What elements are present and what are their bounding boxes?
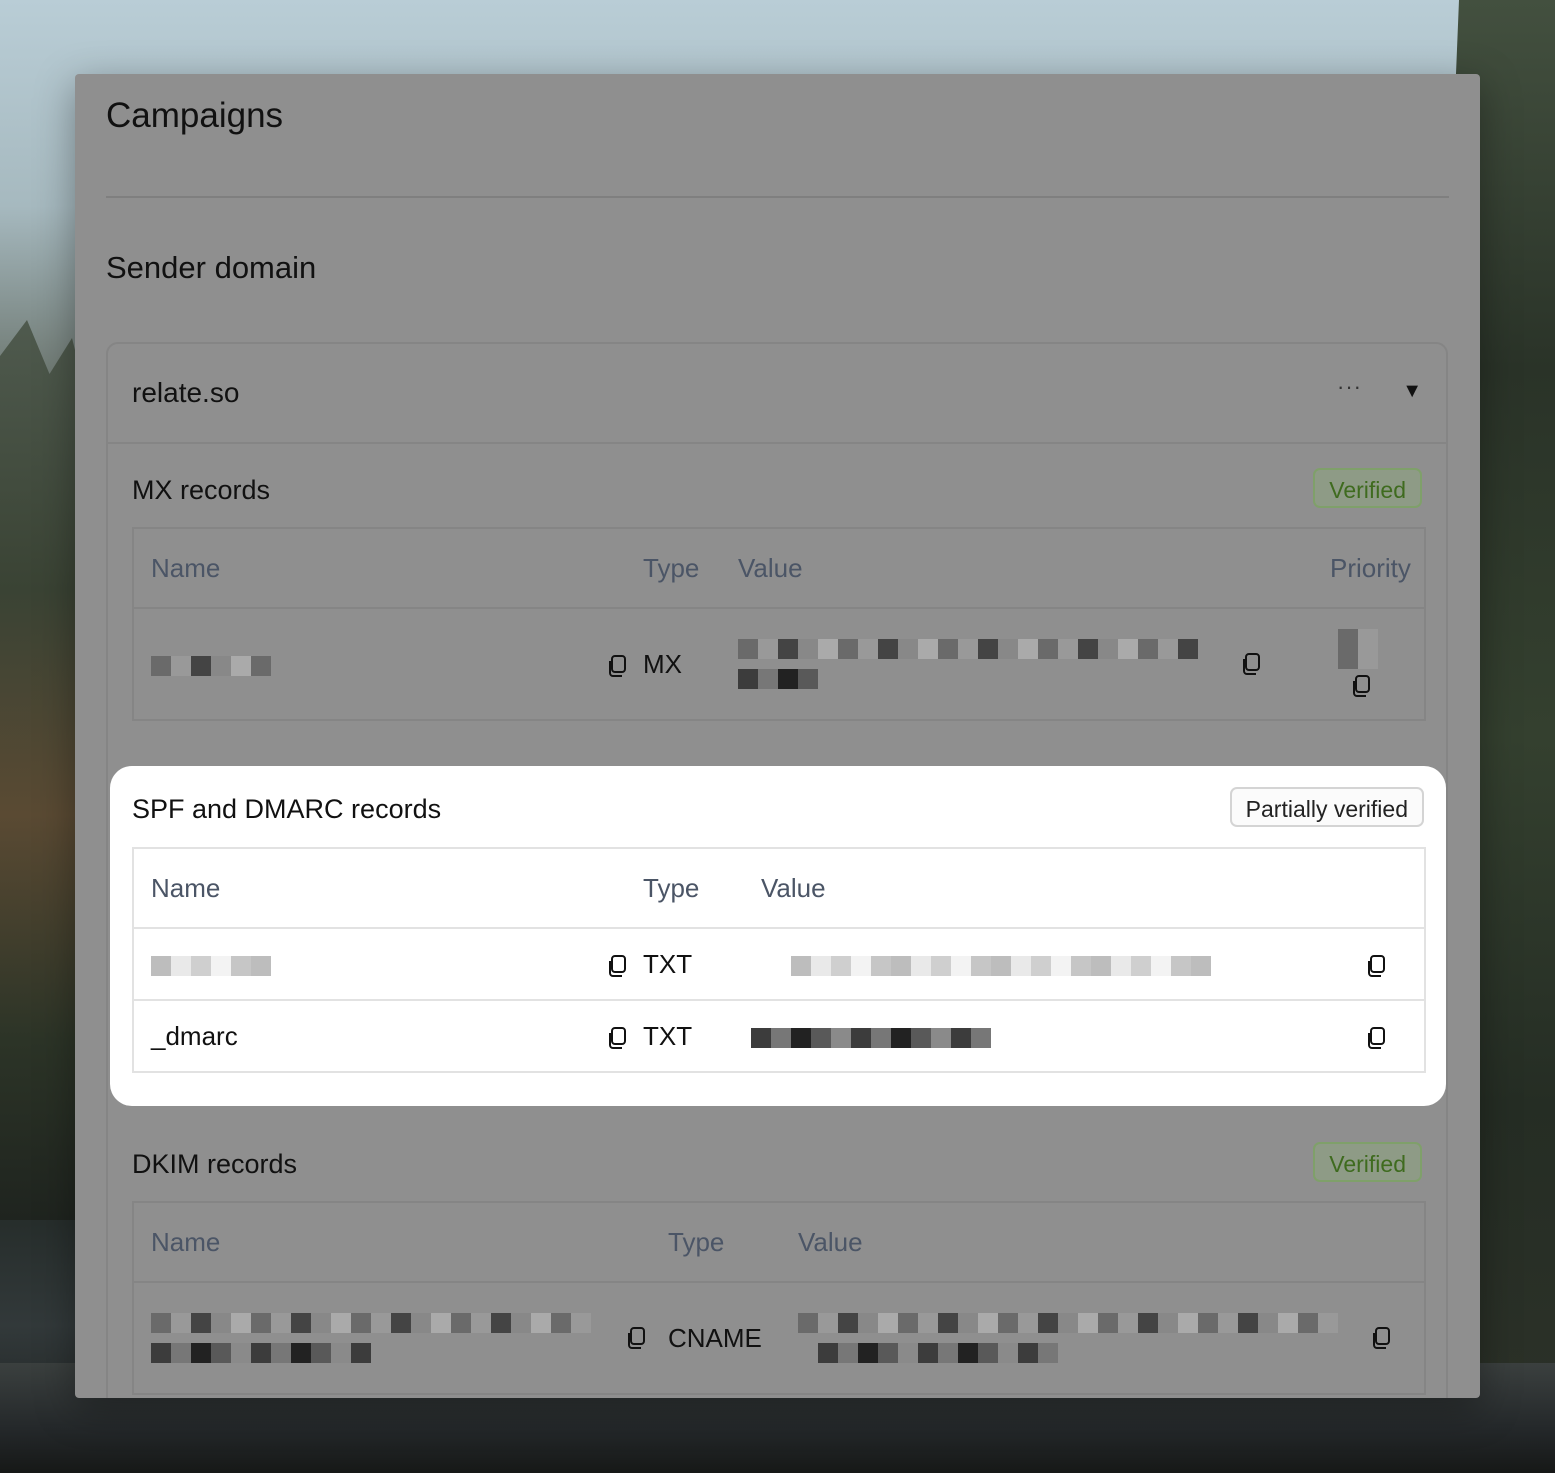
spf-value-cell	[761, 928, 1425, 1000]
dkim-records-table: Name Type Value CNAME	[132, 1201, 1426, 1395]
mx-name-cell	[133, 608, 643, 720]
domain-card-header[interactable]: relate.so ··· ▼	[108, 344, 1446, 444]
copy-icon[interactable]	[604, 1025, 630, 1051]
table-row: _dmarc TXT	[133, 1000, 1425, 1072]
campaigns-window: Campaigns Sender domain relate.so ··· ▼ …	[75, 74, 1480, 1398]
dmarc-name-cell: _dmarc	[133, 1000, 643, 1072]
dkim-header-type: Type	[668, 1226, 725, 1257]
spf-header-value: Value	[761, 872, 826, 903]
dkim-type-cell: CNAME	[668, 1322, 762, 1353]
mx-header-value: Value	[738, 552, 803, 583]
spf-type-cell: TXT	[643, 948, 693, 979]
mx-status-badge: Verified	[1313, 468, 1422, 508]
table-row: TXT	[133, 928, 1425, 1000]
mx-priority-cell	[1330, 608, 1425, 720]
spf-status-badge: Partially verified	[1229, 787, 1424, 827]
copy-icon[interactable]	[604, 653, 630, 679]
dkim-status-badge: Verified	[1313, 1142, 1422, 1182]
mx-type-cell: MX	[643, 648, 682, 679]
dkim-header-row: Name Type Value	[133, 1202, 1425, 1282]
redacted-value	[798, 1313, 1338, 1333]
caret-down-icon[interactable]: ▼	[1402, 380, 1422, 403]
spf-name-cell	[133, 928, 643, 1000]
dkim-header-value: Value	[798, 1226, 863, 1257]
copy-icon[interactable]	[1363, 1025, 1389, 1051]
mx-records-table: Name Type Value Priority MX	[132, 527, 1426, 721]
copy-icon[interactable]	[604, 953, 630, 979]
redacted-value	[818, 1343, 1058, 1363]
page-title: Campaigns	[106, 96, 284, 135]
redacted-value	[151, 1313, 591, 1333]
redacted-value	[151, 955, 271, 976]
copy-icon[interactable]	[1363, 953, 1389, 979]
copy-icon[interactable]	[623, 1325, 649, 1351]
mx-header-priority: Priority	[1330, 552, 1411, 583]
dkim-header-name: Name	[151, 1226, 221, 1257]
copy-icon[interactable]	[1238, 651, 1264, 677]
copy-icon[interactable]	[1348, 673, 1374, 699]
section-title-sender-domain: Sender domain	[106, 250, 317, 285]
redacted-value	[738, 669, 818, 689]
spf-header-type: Type	[643, 872, 700, 903]
mx-header-row: Name Type Value Priority	[133, 528, 1425, 608]
spf-header-name: Name	[151, 872, 221, 903]
domain-name: relate.so	[132, 377, 240, 408]
mx-header-name: Name	[151, 552, 221, 583]
more-options-icon[interactable]: ···	[1337, 374, 1362, 400]
redacted-value	[751, 1027, 991, 1048]
dmarc-type-cell: TXT	[643, 1020, 693, 1051]
spf-dmarc-title: SPF and DMARC records	[132, 794, 442, 824]
redacted-value	[791, 955, 1211, 976]
table-row: MX	[133, 608, 1425, 720]
redacted-value	[1338, 628, 1378, 669]
dmarc-name: _dmarc	[151, 1020, 238, 1051]
dkim-name-cell	[133, 1282, 668, 1394]
dkim-records-title: DKIM records	[132, 1149, 298, 1179]
spf-dmarc-panel: SPF and DMARC records Partially verified…	[110, 766, 1446, 1106]
dkim-value-cell	[798, 1282, 1425, 1394]
mx-records-title: MX records	[132, 475, 271, 505]
redacted-value	[738, 639, 1198, 659]
spf-records-table: Name Type Value TXT _dmarc TXT	[132, 847, 1426, 1073]
dmarc-value-cell	[751, 1000, 1425, 1072]
redacted-value	[151, 1343, 371, 1363]
spf-header-row: Name Type Value	[133, 848, 1425, 928]
mx-value-cell	[738, 608, 1330, 720]
mx-header-type: Type	[643, 552, 700, 583]
copy-icon[interactable]	[1368, 1325, 1394, 1351]
redacted-value	[151, 655, 271, 676]
table-row: CNAME	[133, 1282, 1425, 1394]
title-divider	[106, 196, 1449, 198]
